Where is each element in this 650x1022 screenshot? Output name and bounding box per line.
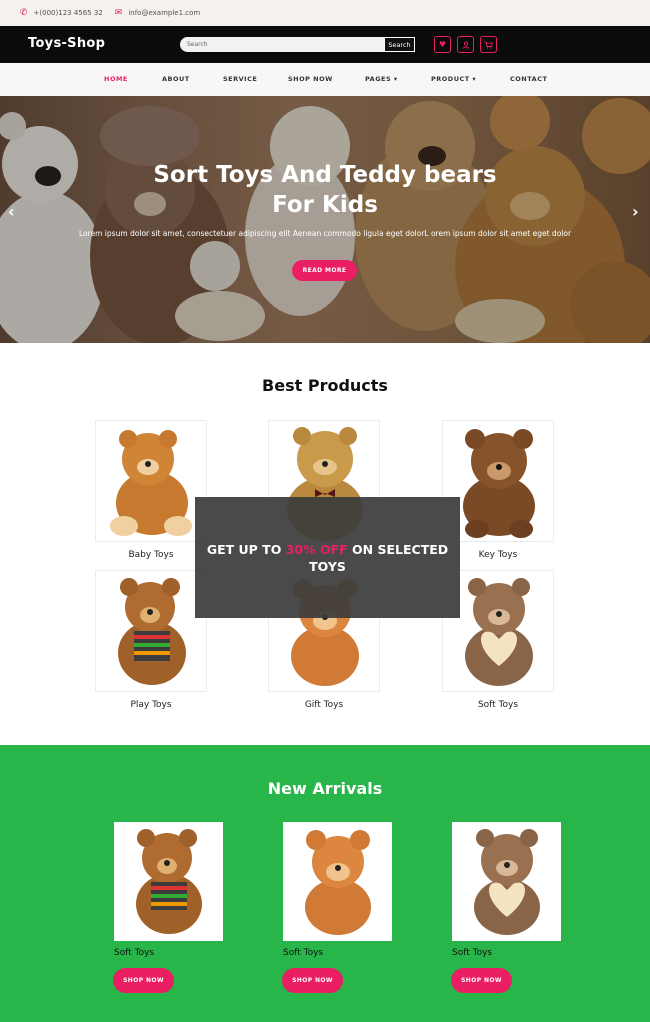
nav-home[interactable]: HOME (104, 75, 128, 83)
promo-highlight: 30% OFF (285, 542, 348, 557)
hero-description: Lorem ipsum dolor sit amet, consectetuer… (78, 229, 572, 238)
product-caption-soft-toys[interactable]: Soft Toys (442, 700, 554, 710)
read-more-button[interactable]: READ MORE (292, 260, 357, 281)
search-button[interactable]: Search (384, 37, 415, 52)
shop-now-button[interactable]: SHOP NOW (113, 968, 174, 993)
arrival-label[interactable]: Soft Toys (283, 948, 323, 958)
product-caption-play-toys[interactable]: Play Toys (95, 700, 207, 710)
phone-icon: ✆ (20, 8, 28, 18)
mail-icon: ✉ (114, 8, 123, 18)
teddy-image (110, 430, 192, 536)
main-nav: HOME ABOUT SERVICE SHOP NOW PAGES ▾ PROD… (0, 63, 650, 96)
product-caption-gift-toys[interactable]: Gift Toys (268, 700, 380, 710)
teddy-image (305, 830, 371, 935)
product-card[interactable] (95, 570, 207, 692)
arrival-label[interactable]: Soft Toys (452, 948, 492, 958)
hero-title-line1: Sort Toys And Teddy bears (153, 162, 497, 188)
nav-about[interactable]: ABOUT (162, 75, 190, 83)
cart-icon[interactable] (480, 36, 497, 53)
new-arrivals-section: New Arrivals Soft Toys Soft Toys Soft To… (0, 745, 650, 1022)
nav-product-dropdown[interactable]: PRODUCT ▾ (431, 75, 476, 83)
user-icon[interactable] (457, 36, 474, 53)
shop-now-button[interactable]: SHOP NOW (282, 968, 343, 993)
hero-title-line2: For Kids (272, 192, 378, 218)
phone-contact: ✆ +(000)123 4565 32 (20, 8, 103, 18)
arrival-card[interactable] (114, 822, 223, 941)
nav-pages-dropdown[interactable]: PAGES ▾ (365, 75, 398, 83)
arrival-card[interactable] (283, 822, 392, 941)
contact-bar: ✆ +(000)123 4565 32 ✉ info@example1.com (0, 0, 650, 26)
promo-prefix: GET UP TO (206, 542, 286, 557)
hero-title: Sort Toys And Teddy bears For Kids (0, 160, 650, 220)
promo-line2: TOYS (309, 559, 346, 574)
header-icons: ♥ (434, 36, 497, 53)
email-contact[interactable]: ✉ info@example1.com (115, 8, 200, 18)
new-arrivals-title: New Arrivals (267, 779, 383, 798)
email-address[interactable]: info@example1.com (128, 9, 200, 17)
nav-service[interactable]: SERVICE (223, 75, 257, 83)
phone-number: +(000)123 4565 32 (33, 9, 103, 17)
arrival-card[interactable] (452, 822, 561, 941)
teddy-image (118, 578, 186, 685)
shop-now-button[interactable]: SHOP NOW (451, 968, 512, 993)
best-products-title: Best Products (262, 376, 388, 395)
site-header: Toys-Shop Search ♥ (0, 26, 650, 63)
teddy-image (474, 829, 540, 935)
product-card[interactable] (95, 420, 207, 542)
nav-contact[interactable]: CONTACT (510, 75, 547, 83)
brand-logo[interactable]: Toys-Shop (28, 36, 105, 51)
search-input[interactable] (180, 37, 384, 52)
promo-line1: GET UP TO 30% OFF ON SELECTED (195, 541, 460, 558)
product-caption-baby-toys[interactable]: Baby Toys (95, 550, 207, 560)
teddy-image (136, 829, 202, 934)
promo-suffix: ON SELECTED (347, 542, 449, 557)
promo-popup[interactable]: GET UP TO 30% OFF ON SELECTED TOYS (195, 497, 460, 618)
arrival-label[interactable]: Soft Toys (114, 948, 154, 958)
nav-shop-now[interactable]: SHOP NOW (288, 75, 333, 83)
heart-icon[interactable]: ♥ (434, 36, 451, 53)
search-bar: Search (180, 37, 415, 52)
hero-banner: ‹ › Sort Toys And Teddy bears For Kids L… (0, 96, 650, 343)
